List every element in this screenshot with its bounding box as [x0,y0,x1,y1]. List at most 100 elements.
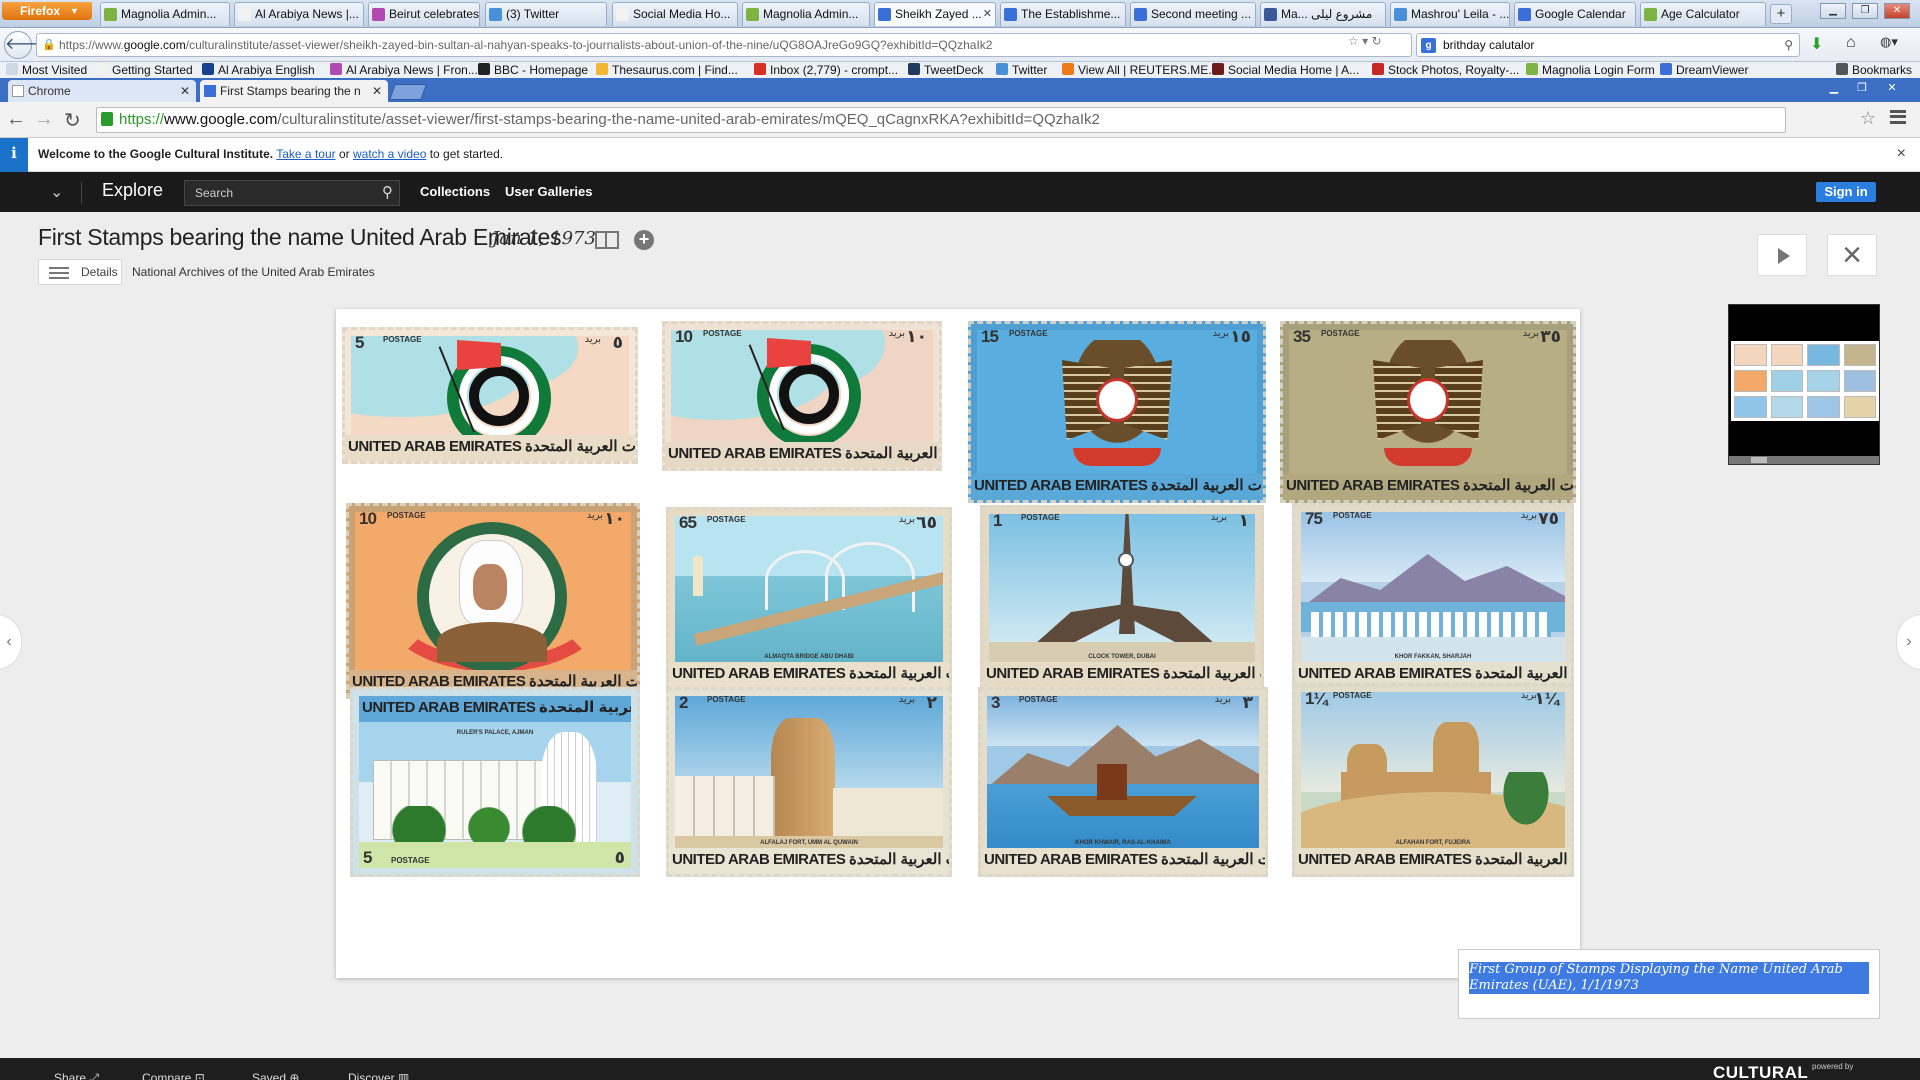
bookmark-item[interactable]: BBC - Homepage [478,62,588,78]
play-slideshow-button[interactable] [1757,234,1807,276]
bookmark-item[interactable]: Stock Photos, Royalty-... [1372,62,1519,78]
image-caption-box[interactable]: First Group of Stamps Displaying the Nam… [1458,949,1880,1019]
bookmark-item[interactable]: Inbox (2,779) - crompt... [754,62,898,78]
back-button[interactable]: 🡐 [4,31,48,59]
compare-button[interactable]: Compare ⊡ [142,1071,205,1080]
chrome-new-tab-button[interactable] [389,84,427,100]
url-path: /culturalinstitute/asset-viewer/sheikh-z… [185,38,993,52]
bookmark-star-icon[interactable]: ☆ [1348,34,1359,48]
firefox-tab-11[interactable]: Google Calendar [1514,2,1636,26]
bookmark-item[interactable]: View All | REUTERS.ME... [1062,62,1218,78]
saved-button[interactable]: Saved ⊕ [252,1071,299,1080]
chrome-reload-icon[interactable]: ↻ [64,108,81,133]
image-caption[interactable]: First Group of Stamps Displaying the Nam… [1469,962,1869,994]
details-button[interactable]: Details [38,259,122,285]
bookmark-item[interactable]: DreamViewer [1660,62,1748,78]
chrome-omnibox[interactable]: https://www.google.com/culturalinstitute… [96,107,1786,133]
explore-link[interactable]: Explore [102,180,163,201]
chrome-back-icon[interactable]: ← [6,108,26,131]
firefox-tab-10[interactable]: Mashrou' Leila - ... [1390,2,1510,26]
close-tab-icon[interactable]: ✕ [180,80,190,102]
previous-asset-button[interactable]: ‹ [0,614,22,670]
bookmark-item[interactable]: Magnolia Login Form [1526,62,1655,78]
chrome-forward-icon[interactable]: → [34,108,54,131]
download-icon[interactable]: ⬇ [1810,34,1823,54]
get-started-text: to get started. [429,147,504,161]
stamp-value: 65 [679,513,697,532]
bookmark-item[interactable]: TweetDeck [908,62,983,78]
stamp-sheet-image[interactable]: 5 POSTAGE بريد ٥ UNITED ARAB EMIRATES ال… [336,309,1580,978]
close-window-button[interactable]: ✕ [1884,3,1910,19]
add-to-gallery-icon[interactable]: + [634,230,654,250]
minimize-window-button[interactable]: ▁ [1820,3,1846,19]
bookmark-item[interactable]: Twitter [996,62,1047,78]
search-icon[interactable]: ⚲ [1784,34,1793,56]
country-ar: الإمارات العربية المتحدة [1151,477,1266,494]
dropdown-icon[interactable]: ▾ [1362,34,1368,48]
restore-window-button[interactable]: ❐ [1852,3,1878,19]
firefox-tab-4[interactable]: Social Media Ho... [612,2,738,26]
bookmark-favicon-icon [1660,63,1672,75]
bookmark-item[interactable]: Most Visited [6,62,87,78]
close-icon[interactable]: × [1897,138,1906,170]
firefox-tab-12[interactable]: Age Calculator [1640,2,1766,26]
zoom-navigator[interactable] [1728,304,1880,465]
close-tab-icon[interactable]: ✕ [372,80,382,102]
reload-icon[interactable]: ↻ [1371,34,1381,48]
chrome-restore-button[interactable]: ❐ [1850,80,1874,96]
stamp-value: 3 [991,693,1001,712]
bookmark-star-icon[interactable]: ☆ [1860,108,1876,129]
firefox-search-box[interactable]: g brithday calutalor ⚲ [1416,33,1800,57]
search-input[interactable]: Search ⚲ [184,180,400,206]
cultural-institute-logo[interactable]: CULTURAL [1713,1063,1808,1080]
country-en: UNITED ARAB EMIRATES [984,851,1158,868]
search-icon[interactable]: ⚲ [382,181,393,205]
firefox-tab-5[interactable]: Magnolia Admin... [742,2,870,26]
take-tour-link[interactable]: Take a tour [276,147,335,161]
compare-icon[interactable] [595,231,619,249]
chrome-tab-1[interactable]: First Stamps bearing the n ✕ [200,80,388,102]
firefox-tab-7[interactable]: The Establishme... [1000,2,1126,26]
bookmark-item[interactable]: Bookmarks [1836,62,1912,78]
google-search-engine-icon[interactable]: g [1421,38,1436,53]
bookmark-label: Thesaurus.com | Find... [612,63,738,77]
collections-link[interactable]: Collections [420,184,490,199]
firefox-tab-3[interactable]: (3) Twitter [485,2,607,26]
sign-in-button[interactable]: Sign in [1816,182,1876,202]
stamp-postage: POSTAGE [1019,695,1058,704]
close-viewer-button[interactable]: × [1827,234,1877,276]
watch-video-link[interactable]: watch a video [353,147,426,161]
bookmark-item[interactable]: Al Arabiya English [202,62,315,78]
firefox-tab-6[interactable]: Sheikh Zayed ... ✕ [874,2,996,26]
firefox-tab-1[interactable]: Al Arabiya News |... [234,2,364,26]
chrome-minimize-button[interactable]: ▁ [1822,80,1846,96]
firefox-tab-9[interactable]: Ma... مشروع ليلى [1260,2,1386,26]
bookmark-item[interactable]: Social Media Home | A... [1212,62,1359,78]
chrome-close-button[interactable]: ✕ [1880,80,1904,96]
firefox-tab-2[interactable]: Beirut celebrates ... [368,2,480,26]
country-en: UNITED ARAB EMIRATES [1298,665,1472,682]
home-icon[interactable]: ⌂ [1846,34,1856,52]
chrome-menu-icon[interactable] [1890,110,1906,124]
asset-credit[interactable]: National Archives of the United Arab Emi… [132,265,375,279]
stamp-caption: ALMAQTA BRIDGE ABU DHABI [764,654,854,660]
bookmark-item[interactable]: Al Arabiya News | Fron... [330,62,478,78]
new-tab-button[interactable]: + [1770,4,1792,24]
firefox-menu-button[interactable]: Firefox ▼ [2,2,92,20]
user-galleries-link[interactable]: User Galleries [505,184,592,199]
firefox-tab-0[interactable]: Magnolia Admin... [100,2,230,26]
share-button[interactable]: Share ⤢ [54,1071,99,1080]
firefox-tab-8[interactable]: Second meeting ... [1130,2,1256,26]
navigator-scrollbar[interactable] [1729,456,1879,464]
next-asset-button[interactable]: › [1896,614,1920,670]
discover-label: Discover [348,1071,395,1080]
close-tab-icon[interactable]: ✕ [983,3,992,25]
bookmark-item[interactable]: Getting Started [96,62,193,78]
chrome-tab-0[interactable]: Chrome ✕ [8,80,196,102]
firefox-url-bar[interactable]: 🔒 https://www.google.com/culturalinstitu… [36,33,1412,57]
bookmark-item[interactable]: Thesaurus.com | Find... [596,62,738,78]
chevron-down-icon: ▼ [70,6,79,16]
chevron-down-icon[interactable]: ⌄ [38,182,82,204]
discover-button[interactable]: Discover ▥ [348,1071,409,1080]
addon-icon[interactable]: ◍▾ [1880,34,1898,50]
